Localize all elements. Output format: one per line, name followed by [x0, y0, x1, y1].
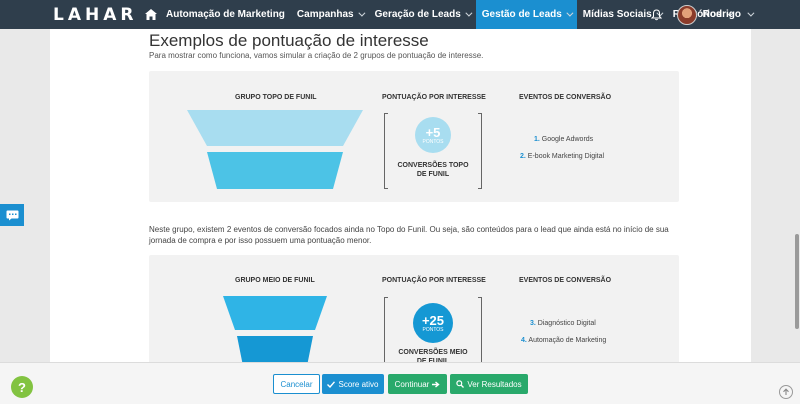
intro-text: Para mostrar como funciona, vamos simula… — [149, 51, 484, 60]
avatar[interactable] — [676, 4, 697, 25]
event-number: 2. — [520, 153, 526, 160]
points-value: +5 — [425, 124, 441, 140]
check-icon — [327, 380, 336, 388]
feedback-chat-icon[interactable] — [0, 204, 24, 226]
top-navbar: LAHAR Automação de Marketing Campanhas G… — [0, 0, 800, 29]
view-results-label: Ver Resultados — [467, 379, 522, 389]
home-icon[interactable] — [142, 0, 160, 29]
nav-gestao-leads[interactable]: Gestão de Leads — [475, 0, 577, 29]
bell-icon[interactable] — [650, 0, 665, 29]
nav-campanhas[interactable]: Campanhas — [291, 0, 369, 29]
logo[interactable]: LAHAR — [0, 0, 140, 29]
arrow-up-icon — [783, 388, 789, 395]
continue-label: Continuar — [394, 379, 430, 389]
nav-automacao[interactable]: Automação de Marketing — [160, 0, 291, 29]
help-button[interactable]: ? — [11, 376, 33, 398]
chevron-down-icon — [566, 9, 574, 17]
event-item: 2. E-book Marketing Digital — [520, 153, 604, 160]
points-heading: PONTUAÇÃO POR INTERESSE — [382, 94, 486, 101]
page-scrollbar[interactable] — [794, 29, 800, 404]
points-unit: PONTOS — [422, 326, 444, 333]
chevron-down-icon — [357, 9, 366, 17]
score-active-button[interactable]: Score ativo — [322, 374, 384, 394]
nav-gestao-leads-label: Gestão de Leads — [481, 9, 562, 20]
help-icon: ? — [18, 379, 26, 395]
event-number: 1. — [534, 136, 540, 143]
scrollbar-thumb[interactable] — [795, 234, 799, 329]
points-value: +25 — [421, 312, 445, 328]
event-item: 4. Automação de Marketing — [521, 337, 606, 344]
points-badge: +25 PONTOS — [413, 303, 453, 343]
nav-campanhas-label: Campanhas — [296, 9, 354, 20]
events-heading: EVENTOS DE CONVERSÃO — [519, 94, 612, 101]
continue-button[interactable]: Continuar — [388, 374, 447, 394]
user-area: Rodrigo — [650, 0, 800, 29]
score-group-panel-top: GRUPO TOPO DE FUNIL PONTUAÇÃO POR INTERE… — [149, 71, 679, 202]
action-bar: Cancelar Score ativo Continuar Ver Resul… — [0, 362, 800, 404]
events-heading: EVENTOS DE CONVERSÃO — [519, 277, 612, 284]
page-content: Exemplos de pontuação de interesse Para … — [50, 29, 751, 404]
score-active-label: Score ativo — [338, 379, 379, 389]
event-number: 4. — [521, 337, 527, 344]
cancel-label: Cancelar — [280, 379, 313, 389]
conversion-label: CONVERSÕES TOPO DE FUNIL — [397, 162, 469, 178]
scroll-top-button[interactable] — [779, 385, 793, 399]
event-label: Google Adwords — [541, 136, 594, 143]
group-heading: GRUPO MEIO DE FUNIL — [235, 277, 315, 284]
event-item: 1. Google Adwords — [534, 136, 593, 143]
chevron-down-icon — [465, 9, 473, 17]
event-item: 3. Diagnóstico Digital — [530, 320, 596, 327]
arrow-right-icon — [432, 380, 440, 388]
nav-geracao-leads-label: Geração de Leads — [374, 9, 461, 20]
funnel-top-graphic — [187, 110, 363, 189]
event-label: E-book Marketing Digital — [527, 153, 605, 160]
points-badge: +5 PONTOS — [415, 117, 451, 153]
nav-geracao-leads[interactable]: Geração de Leads — [369, 0, 476, 29]
cancel-button[interactable]: Cancelar — [273, 374, 320, 394]
event-label: Automação de Marketing — [528, 337, 607, 344]
bracket-right — [478, 113, 482, 189]
bracket-left — [384, 113, 388, 189]
search-icon — [456, 380, 465, 388]
points-unit: PONTOS — [422, 138, 444, 145]
view-results-button[interactable]: Ver Resultados — [450, 374, 528, 394]
nav-automacao-label: Automação de Marketing — [166, 9, 285, 20]
group-heading: GRUPO TOPO DE FUNIL — [235, 94, 317, 101]
logo-text: LAHAR — [53, 4, 138, 25]
points-heading: PONTUAÇÃO POR INTERESSE — [382, 277, 486, 284]
chevron-down-icon[interactable] — [747, 9, 755, 17]
user-name[interactable]: Rodrigo — [703, 9, 741, 20]
event-number: 3. — [530, 320, 536, 327]
nav-midias-sociais-label: Mídias Sociais — [582, 9, 652, 20]
group-description: Neste grupo, existem 2 eventos de conver… — [149, 225, 669, 245]
page-title: Exemplos de pontuação de interesse — [149, 31, 429, 50]
event-label: Diagnóstico Digital — [537, 320, 596, 327]
